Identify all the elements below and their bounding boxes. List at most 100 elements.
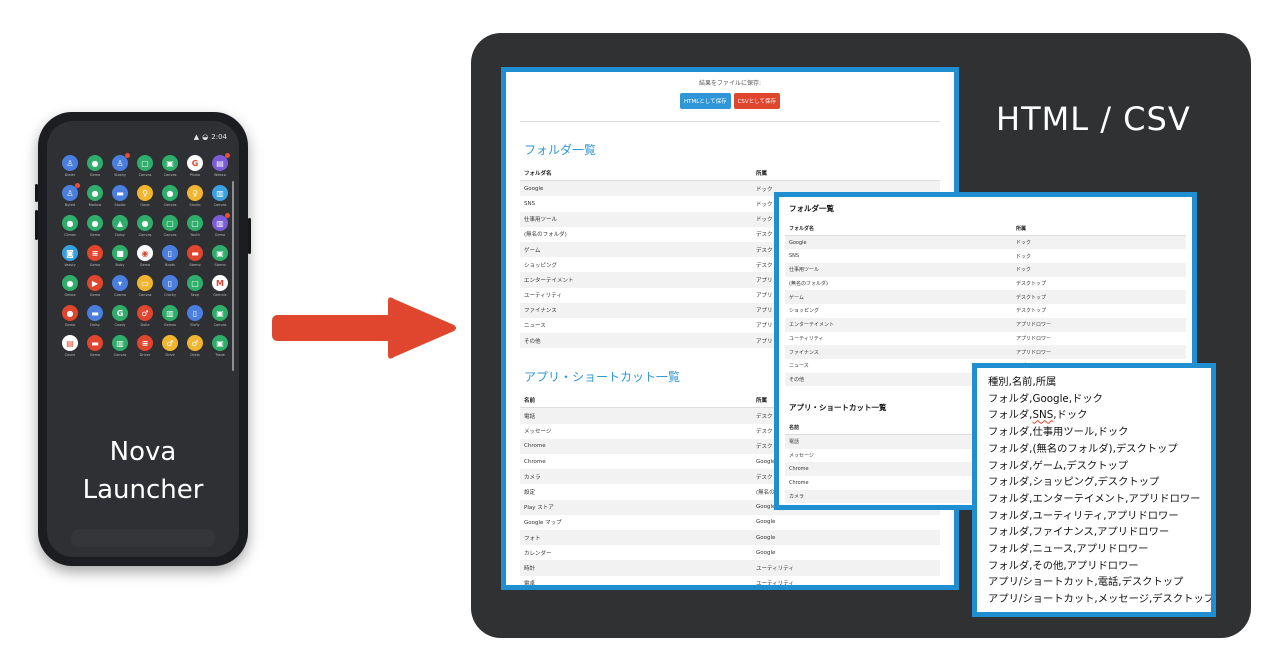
app-icon[interactable]: ♂ xyxy=(162,335,178,351)
app-icon[interactable]: ▥ xyxy=(162,305,178,321)
app-icon[interactable]: ▲ xyxy=(112,215,128,231)
app-icon-tile[interactable]: ♙ Stashy xyxy=(109,153,131,177)
app-icon-tile[interactable]: ● Canvas xyxy=(134,215,156,237)
app-icon[interactable]: ▢ xyxy=(187,275,203,291)
app-icon-tile[interactable]: ● Gemo xyxy=(59,305,81,327)
app-icon[interactable]: ● xyxy=(62,215,78,231)
app-icon[interactable]: ▯ xyxy=(162,245,178,261)
app-icon[interactable]: ♂ xyxy=(187,335,203,351)
app-icon-tile[interactable]: ≡ Gemo xyxy=(84,245,106,267)
app-icon-tile[interactable]: ▢ Canvas xyxy=(159,215,181,237)
app-icon-tile[interactable]: ▣ Canvas xyxy=(209,305,231,327)
app-icon-tile[interactable]: M Gemnic xyxy=(209,275,231,297)
app-icon[interactable]: ♙ xyxy=(62,183,80,201)
app-icon-tile[interactable]: ♀ Oasis xyxy=(134,185,156,207)
app-icon[interactable]: ▯ xyxy=(162,275,178,291)
app-icon-tile[interactable]: ▢ Tasqi xyxy=(184,275,206,297)
save-csv-button[interactable]: CSVとして保存 xyxy=(733,93,781,109)
app-icon-tile[interactable]: ● Gemo xyxy=(84,155,106,177)
app-icon-tile[interactable]: ♂ Drive xyxy=(159,335,181,357)
app-icon[interactable]: ♀ xyxy=(137,185,153,201)
app-icon[interactable]: ● xyxy=(62,305,78,321)
app-icon-tile[interactable]: ▭ Canvas xyxy=(134,275,156,297)
app-icon-tile[interactable]: ◙ Vassty xyxy=(59,245,81,267)
app-icon[interactable]: ▬ xyxy=(187,245,203,261)
app-icon-tile[interactable]: ▥ Canvas xyxy=(109,335,131,357)
app-icon-tile[interactable]: ▶ Gemo xyxy=(84,275,106,297)
app-icon[interactable]: G xyxy=(187,155,203,171)
app-icon[interactable]: ♂ xyxy=(137,305,153,321)
app-icon-tile[interactable]: ≡ Driver xyxy=(134,335,156,357)
app-icon-tile[interactable]: ▣ Stemo xyxy=(209,245,231,267)
app-icon-tile[interactable]: ♀ Studio xyxy=(184,185,206,207)
app-icon-tile[interactable]: ● Gebos xyxy=(59,275,81,297)
app-icon-tile[interactable]: ▤ Webco xyxy=(209,153,231,177)
app-icon-tile[interactable]: ▯ Elsfly xyxy=(184,305,206,327)
app-icon[interactable]: ▤ xyxy=(62,335,78,351)
app-icon-tile[interactable]: ▣ Canvas xyxy=(159,155,181,177)
app-icon[interactable]: ≡ xyxy=(137,335,153,351)
app-icon[interactable]: ▥ xyxy=(212,185,228,201)
app-icon-tile[interactable]: ◉ Gemo xyxy=(134,245,156,267)
app-icon[interactable]: ● xyxy=(162,185,178,201)
app-icon-tile[interactable]: ▲ Dolsy xyxy=(109,215,131,237)
app-icon-tile[interactable]: G Coody xyxy=(109,305,131,327)
app-icon-tile[interactable]: ▥ Gemo xyxy=(209,213,231,237)
app-icon-tile[interactable]: ▬ Dolsy xyxy=(84,305,106,327)
app-icon-tile[interactable]: ▬ Stemo xyxy=(184,245,206,267)
app-icon[interactable]: ● xyxy=(87,185,103,201)
app-icon-tile[interactable]: ▬ Studio xyxy=(109,185,131,207)
app-icon[interactable]: ▣ xyxy=(212,335,228,351)
app-icon[interactable]: ● xyxy=(87,215,103,231)
app-icon[interactable]: ▣ xyxy=(162,155,178,171)
app-icon-tile[interactable]: ▯ Crocky xyxy=(159,275,181,297)
app-icon-tile[interactable]: ▥ Gemos xyxy=(159,305,181,327)
app-icon[interactable]: ■ xyxy=(112,245,128,261)
app-icon-tile[interactable]: ♂ Drala xyxy=(184,335,206,357)
app-drawer-scrollbar[interactable] xyxy=(232,181,234,371)
app-icon-tile[interactable]: ♙ Dialer xyxy=(59,155,81,177)
app-icon[interactable]: ▶ xyxy=(87,275,103,291)
app-icon[interactable]: ▢ xyxy=(162,215,178,231)
app-icon-tile[interactable]: ♂ Dolla xyxy=(134,305,156,327)
app-icon[interactable]: ♀ xyxy=(187,185,203,201)
app-icon[interactable]: ▢ xyxy=(187,215,203,231)
app-icon[interactable]: ● xyxy=(137,215,153,231)
app-icon[interactable]: ▢ xyxy=(137,155,153,171)
app-icon[interactable]: ◙ xyxy=(62,245,78,261)
app-icon-tile[interactable]: ■ Buby xyxy=(109,245,131,267)
app-icon[interactable]: ▣ xyxy=(212,305,228,321)
app-icon-tile[interactable]: ♙ Byted xyxy=(59,183,81,207)
app-icon[interactable]: ◉ xyxy=(137,245,153,261)
app-icon-tile[interactable]: ▯ Boots xyxy=(159,245,181,267)
app-icon-tile[interactable]: ● Marlow xyxy=(84,185,106,207)
app-icon[interactable]: ▭ xyxy=(137,275,153,291)
app-icon-tile[interactable]: ▣ Trade xyxy=(209,335,231,357)
app-icon[interactable]: ♙ xyxy=(62,155,78,171)
app-icon[interactable]: ▬ xyxy=(87,335,103,351)
app-icon[interactable]: ▣ xyxy=(212,245,228,261)
app-icon[interactable]: ▬ xyxy=(112,185,128,201)
app-icon-tile[interactable]: ● Canvas xyxy=(159,185,181,207)
app-icon-tile[interactable]: ● Climas xyxy=(59,215,81,237)
app-icon-tile[interactable]: ▢ Canvas xyxy=(134,155,156,177)
save-html-button[interactable]: HTMLとして保存 xyxy=(679,93,731,109)
app-icon-tile[interactable]: ▢ Youth xyxy=(184,215,206,237)
app-icon[interactable]: M xyxy=(212,275,228,291)
app-icon-tile[interactable]: ▬ Gemo xyxy=(84,335,106,357)
app-icon[interactable]: G xyxy=(112,305,128,321)
app-icon[interactable]: ● xyxy=(87,155,103,171)
app-icon-tile[interactable]: G Photo xyxy=(184,155,206,177)
app-icon[interactable]: ≡ xyxy=(87,245,103,261)
app-icon[interactable]: ▾ xyxy=(112,275,128,291)
app-icon[interactable]: ▥ xyxy=(112,335,128,351)
app-icon[interactable]: ▥ xyxy=(212,213,230,231)
app-icon-tile[interactable]: ▾ Cosmo xyxy=(109,275,131,297)
app-icon[interactable]: ▬ xyxy=(87,305,103,321)
app-icon[interactable]: ▤ xyxy=(212,153,230,171)
app-icon-tile[interactable]: ▤ Cosmi xyxy=(59,335,81,357)
app-icon[interactable]: ● xyxy=(62,275,78,291)
app-icon[interactable]: ♙ xyxy=(112,153,130,171)
app-icon-tile[interactable]: ● Gemo xyxy=(84,215,106,237)
app-icon-tile[interactable]: ▥ Canvas xyxy=(209,185,231,207)
